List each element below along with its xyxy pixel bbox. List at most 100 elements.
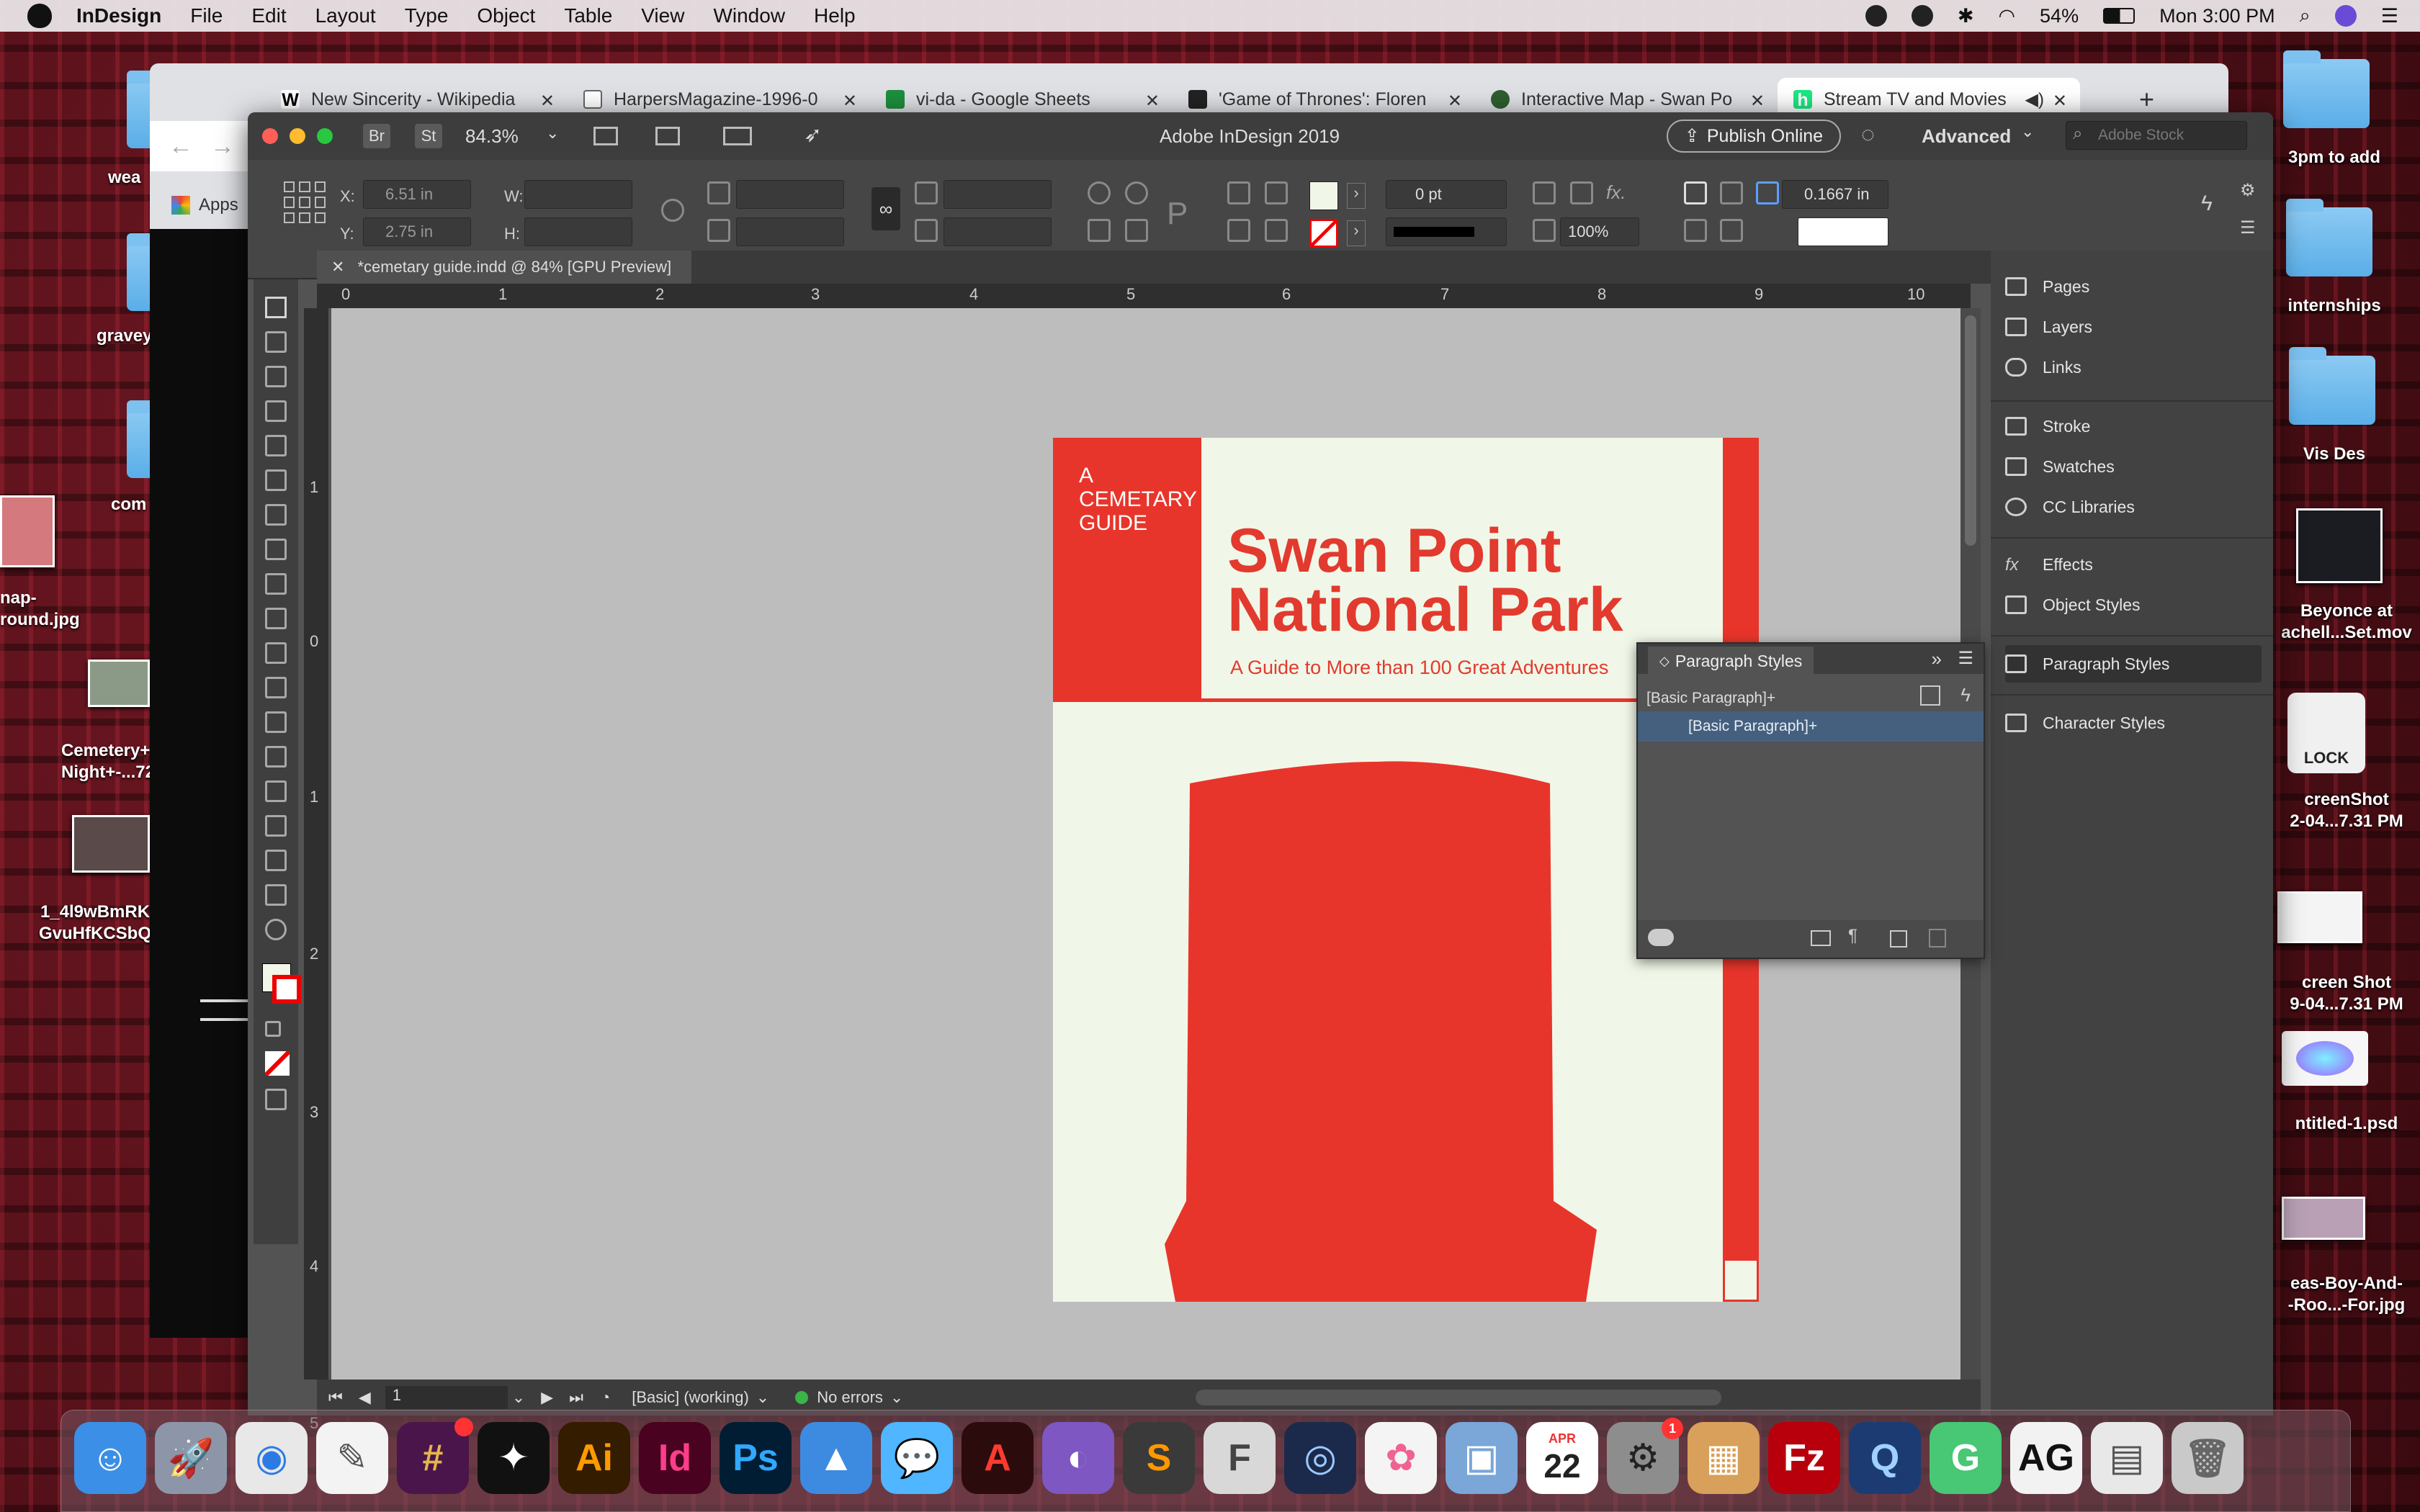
text-direction-icon[interactable]: P: [1167, 196, 1188, 232]
scale-x-input[interactable]: [736, 180, 844, 209]
menu-layout[interactable]: Layout: [315, 4, 376, 27]
finder-app-icon[interactable]: ☺: [74, 1422, 146, 1494]
page-number-input[interactable]: 1: [385, 1386, 508, 1409]
quick-apply-icon[interactable]: ϟ: [2201, 192, 2213, 216]
fontexplorer-app-icon[interactable]: F: [1204, 1422, 1276, 1494]
close-tab-icon[interactable]: ✕: [540, 91, 555, 112]
rectangle-tool-icon[interactable]: [265, 642, 287, 664]
drop-shadow-icon[interactable]: [1570, 181, 1593, 204]
desktop-image-thumbnail[interactable]: [2277, 891, 2362, 943]
chevron-down-icon[interactable]: ⌄: [890, 1388, 903, 1407]
select-previous-icon[interactable]: [1265, 181, 1288, 204]
spotlight-icon[interactable]: ⌕: [2300, 4, 2311, 27]
notification-center-icon[interactable]: ☰: [2381, 5, 2398, 27]
link-icon[interactable]: ∞: [871, 187, 900, 230]
rectangle-frame-tool-icon[interactable]: [265, 608, 287, 629]
launchpad-app-icon[interactable]: 🚀: [155, 1422, 227, 1494]
x-position-input[interactable]: 6.51 in: [363, 180, 471, 209]
desktop-image-thumbnail[interactable]: [2282, 1197, 2365, 1240]
clock[interactable]: Mon 3:00 PM: [2159, 5, 2275, 27]
preferences-app-icon[interactable]: ⚙ 1: [1607, 1418, 1683, 1494]
menu-object[interactable]: Object: [477, 4, 535, 27]
menu-file[interactable]: File: [190, 4, 223, 27]
lightbulb-icon[interactable]: ◌: [1861, 121, 1875, 148]
select-content-icon[interactable]: [1227, 219, 1250, 242]
chevron-down-icon[interactable]: ⌄: [512, 1388, 525, 1407]
direct-selection-tool-icon[interactable]: [265, 331, 287, 353]
links-panel-tab[interactable]: Links: [2005, 348, 2262, 386]
hand-tool-icon[interactable]: [265, 884, 287, 906]
character-styles-panel-tab[interactable]: Character Styles: [2005, 704, 2262, 742]
horizontal-ruler[interactable]: 0 1 2 3 4 5 6 7 8 9 10: [317, 284, 1971, 308]
desktop-label[interactable]: internships: [2273, 295, 2396, 317]
close-tab-icon[interactable]: ✕: [1145, 91, 1160, 112]
preflight-profile[interactable]: [Basic] (working): [632, 1388, 749, 1407]
align-center-icon[interactable]: [1720, 181, 1743, 204]
battery-icon[interactable]: [2103, 8, 2136, 24]
gradient-swatch-tool-icon[interactable]: [265, 746, 287, 768]
gear-icon[interactable]: ⚙: [2240, 180, 2256, 201]
back-icon[interactable]: ←: [169, 132, 193, 161]
font-book-app-icon[interactable]: AG: [2010, 1422, 2082, 1494]
view-options-icon[interactable]: [593, 127, 618, 145]
panel-menu-icon[interactable]: ☰: [2240, 217, 2256, 238]
video-control-icon[interactable]: [200, 999, 251, 1021]
trash-app-icon[interactable]: 🗑: [2172, 1422, 2244, 1494]
cc-library-icon[interactable]: [1648, 929, 1674, 946]
screen-mode-tool-icon[interactable]: [265, 1089, 287, 1110]
calculator-app-icon[interactable]: ▦: [1688, 1422, 1760, 1494]
desktop-label[interactable]: Vis Des: [2273, 444, 2396, 465]
wifi-icon[interactable]: ◠: [1998, 5, 2015, 27]
close-window-button[interactable]: [262, 128, 278, 144]
desktop-label[interactable]: creenShot 2-04...7.31 PM: [2273, 789, 2420, 832]
close-document-icon[interactable]: ✕: [331, 258, 344, 276]
new-style-icon[interactable]: [1890, 930, 1907, 948]
previous-page-icon[interactable]: ◀: [359, 1388, 371, 1407]
stroke-color-icon[interactable]: [272, 975, 301, 1004]
desktop-image-thumbnail[interactable]: [88, 660, 150, 707]
quicktime-app-icon[interactable]: Q: [1849, 1422, 1921, 1494]
bridge-button[interactable]: Br: [363, 124, 390, 148]
stroke-swatch[interactable]: [1309, 219, 1338, 248]
preview-app-icon[interactable]: ▣: [1446, 1422, 1518, 1494]
constrain-proportions-icon[interactable]: [661, 199, 684, 222]
align-bottom-icon[interactable]: [1720, 219, 1743, 242]
scroll-thumb[interactable]: [1965, 315, 1976, 546]
stock-search-input[interactable]: Adobe Stock: [2066, 121, 2247, 150]
next-page-icon[interactable]: ▶: [541, 1388, 553, 1407]
vertical-ruler[interactable]: 1 0 1 2 3 4 5: [304, 308, 328, 1432]
menu-help[interactable]: Help: [814, 4, 856, 27]
menu-table[interactable]: Table: [564, 4, 612, 27]
lock-file-icon[interactable]: LOCK: [2287, 693, 2365, 773]
menu-view[interactable]: View: [641, 4, 684, 27]
fx-icon[interactable]: fx.: [1606, 181, 1626, 204]
fill-menu-arrow[interactable]: ›: [1347, 183, 1366, 209]
fill-swatch[interactable]: [1309, 181, 1338, 210]
text-frame-inset-icon[interactable]: [1756, 181, 1779, 204]
stroke-weight-input[interactable]: 0 pt: [1386, 180, 1507, 209]
scale-y-icon[interactable]: [707, 219, 730, 242]
textedit-app-icon[interactable]: ✎: [316, 1422, 388, 1494]
close-tab-icon[interactable]: ✕: [1448, 91, 1462, 112]
selection-tool-icon[interactable]: [265, 297, 287, 318]
content-collector-icon[interactable]: [265, 435, 287, 456]
select-container-icon[interactable]: [1227, 181, 1250, 204]
shear-angle-icon[interactable]: [915, 219, 938, 242]
desktop-label[interactable]: creen Shot 9-04...7.31 PM: [2273, 972, 2420, 1015]
header-rule[interactable]: [1053, 698, 1723, 702]
guide-label-text[interactable]: A CEMETARY GUIDE: [1079, 464, 1197, 535]
psd-file-icon[interactable]: [2282, 1031, 2368, 1086]
close-tab-icon[interactable]: ✕: [843, 91, 857, 112]
collapse-icon[interactable]: ◇: [1659, 654, 1670, 669]
pencil-tool-icon[interactable]: [265, 573, 287, 595]
first-page-icon[interactable]: ⏮: [328, 1388, 343, 1407]
scale-x-icon[interactable]: [707, 181, 730, 204]
tombstone-shape[interactable]: [1161, 755, 1622, 1302]
eyedropper-tool-icon[interactable]: [265, 850, 287, 871]
scale-y-input[interactable]: [736, 217, 844, 246]
effects-panel-tab[interactable]: fx Effects: [2005, 546, 2262, 583]
preflight-errors[interactable]: No errors: [817, 1388, 883, 1407]
apps-grid-icon[interactable]: [171, 196, 190, 215]
cinema4d-app-icon[interactable]: ◎: [1284, 1422, 1356, 1494]
pen-tool-icon[interactable]: [265, 539, 287, 560]
